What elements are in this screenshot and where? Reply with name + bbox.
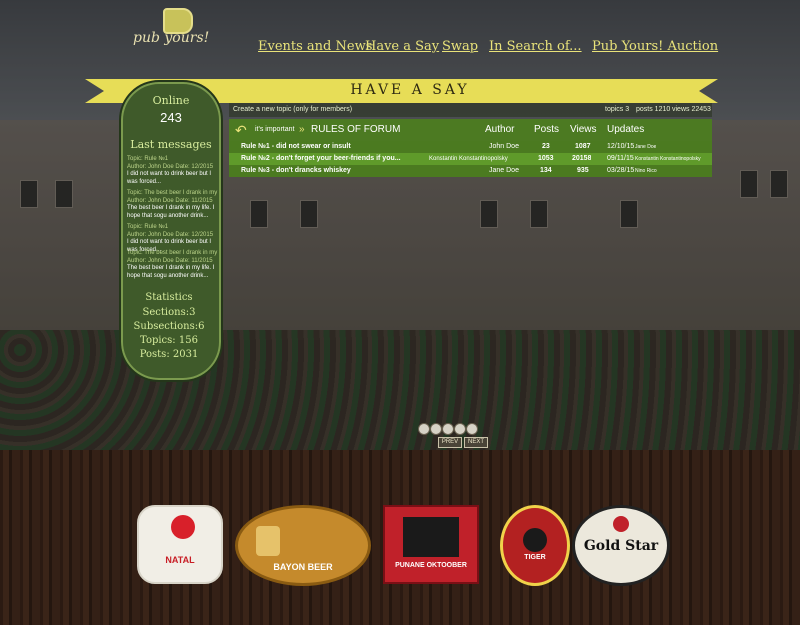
summary-topics: topics 3 xyxy=(605,106,630,113)
beer-label: NATAL xyxy=(165,555,195,565)
row-posts: 1053 xyxy=(538,155,554,162)
message-meta: Author: John Doe Date: 11/2015 xyxy=(127,197,213,204)
nav-swap[interactable]: Swap xyxy=(442,39,478,54)
message-meta: Author: John Doe Date: 11/2015 xyxy=(127,257,213,264)
col-posts: Posts xyxy=(534,124,560,135)
stat-posts: Posts: 2031 xyxy=(139,349,199,360)
important-label: it's important xyxy=(255,126,295,133)
message-meta: Author: John Doe Date: 12/2015 xyxy=(127,163,214,170)
message-text: I did not want to drink beer but I was f… xyxy=(127,171,212,185)
row-title[interactable]: Rule №1 - did not swear or insult xyxy=(241,141,431,153)
pager-dot[interactable] xyxy=(430,423,442,435)
nav-auction[interactable]: Pub Yours! Auction xyxy=(592,39,718,54)
forum-topbar: Create a new topic (only for members) to… xyxy=(229,103,712,117)
forum-header: ↶ it's important » RULES OF FORUM Author… xyxy=(229,119,712,141)
beer-label: BAYON BEER xyxy=(273,562,333,572)
row-updater: Konstantin Konstantinopolsky xyxy=(635,156,701,162)
row-title[interactable]: Rule №3 - don't drancks whiskey xyxy=(241,165,431,177)
summary-views: views 22453 xyxy=(672,106,711,113)
revolution-art-icon xyxy=(403,517,459,557)
row-posts: 134 xyxy=(540,167,552,174)
stat-topics: Topics: 156 xyxy=(140,335,198,346)
message-item[interactable]: Topic: The best beer I drank in my Autho… xyxy=(127,250,221,280)
beer-label: Gold Star xyxy=(583,538,659,554)
row-author: Konstantin Konstantinopolsky xyxy=(429,156,508,162)
col-author: Author xyxy=(485,124,515,135)
table-row[interactable]: Rule №1 - did not swear or insult John D… xyxy=(229,141,712,153)
stat-subsections: Subsections:6 xyxy=(133,321,205,332)
section-title: RULES OF FORUM xyxy=(311,124,401,135)
site-logo[interactable]: pub yours! xyxy=(133,8,210,48)
forum-table: Create a new topic (only for members) to… xyxy=(229,103,712,177)
tiger-badge-icon[interactable]: TIGER xyxy=(500,505,570,586)
oktoober-badge-icon[interactable]: PUNANE OKTOOBER xyxy=(383,505,479,584)
nav-events-and-news[interactable]: Events and News xyxy=(258,39,372,54)
online-label: Online xyxy=(152,94,190,107)
goldstar-badge-icon[interactable]: Gold Star xyxy=(572,505,670,586)
tiger-icon xyxy=(523,528,547,552)
col-views: Views xyxy=(570,124,597,135)
stat-sections: Sections:3 xyxy=(142,307,196,318)
pager-dot[interactable] xyxy=(454,423,466,435)
row-title[interactable]: Rule №2 - don't forget your beer-friends… xyxy=(241,153,421,165)
beer-label: TIGER xyxy=(524,554,546,561)
message-item[interactable]: Topic: Rule №1 Author: John Doe Date: 12… xyxy=(127,156,221,186)
summary-posts: posts 1210 xyxy=(636,106,671,113)
message-item[interactable]: Topic: The best beer I drank in my Autho… xyxy=(127,190,221,220)
pager-dot[interactable] xyxy=(418,423,430,435)
nav-have-a-say[interactable]: Have a Say xyxy=(365,39,439,54)
row-views: 1087 xyxy=(575,143,591,150)
online-count: 243 xyxy=(160,110,182,125)
message-topic: Topic: Rule №1 xyxy=(127,156,169,162)
row-author: Jane Doe xyxy=(489,167,519,174)
santa-icon xyxy=(171,515,195,539)
cuca-badge-icon[interactable]: NATAL xyxy=(137,505,223,584)
row-updater: Nino Rico xyxy=(635,168,657,174)
row-date: 12/10/15 xyxy=(607,143,635,150)
nav-in-search-of[interactable]: In Search of... xyxy=(489,39,582,54)
row-date: 09/11/15 xyxy=(607,155,634,162)
star-icon xyxy=(613,516,629,532)
message-topic: Topic: Rule №1 xyxy=(127,224,169,230)
back-arrow-icon[interactable]: ↶ xyxy=(235,119,247,141)
temple-icon xyxy=(256,526,280,556)
create-topic-link[interactable]: Create a new topic (only for members) xyxy=(233,106,352,113)
pager-dot[interactable] xyxy=(442,423,454,435)
row-author: John Doe xyxy=(489,143,519,150)
beer-label: PUNANE OKTOOBER xyxy=(395,562,467,569)
message-topic: Topic: The best beer I drank in my xyxy=(127,250,218,256)
row-views: 935 xyxy=(577,167,589,174)
bayon-badge-icon[interactable]: BAYON BEER xyxy=(235,505,371,586)
row-views: 20158 xyxy=(572,155,592,162)
pager-dot[interactable] xyxy=(466,423,478,435)
page-title: HAVE A SAY xyxy=(350,82,470,98)
chevrons-icon: » xyxy=(299,124,305,135)
logo-text: pub yours! xyxy=(133,30,210,46)
col-updates: Updates xyxy=(607,124,645,135)
table-row[interactable]: Rule №2 - don't forget your beer-friends… xyxy=(229,153,712,165)
message-meta: Author: John Doe Date: 12/2015 xyxy=(127,231,214,238)
table-row[interactable]: Rule №3 - don't drancks whiskey Jane Doe… xyxy=(229,165,712,177)
prev-button[interactable]: PREV xyxy=(438,437,462,448)
last-messages-label: Last messages xyxy=(130,138,212,151)
message-text: The best beer I drank in my life. I hope… xyxy=(127,205,215,219)
message-topic: Topic: The best beer I drank in my xyxy=(127,190,218,196)
row-updater: Jane Doe xyxy=(635,144,657,150)
row-date: 03/28/15 xyxy=(607,167,635,174)
next-button[interactable]: NEXT xyxy=(464,437,488,448)
row-posts: 23 xyxy=(542,143,550,150)
message-text: The best beer I drank in my life. I hope… xyxy=(127,265,215,279)
statistics-label: Statistics xyxy=(145,292,193,303)
